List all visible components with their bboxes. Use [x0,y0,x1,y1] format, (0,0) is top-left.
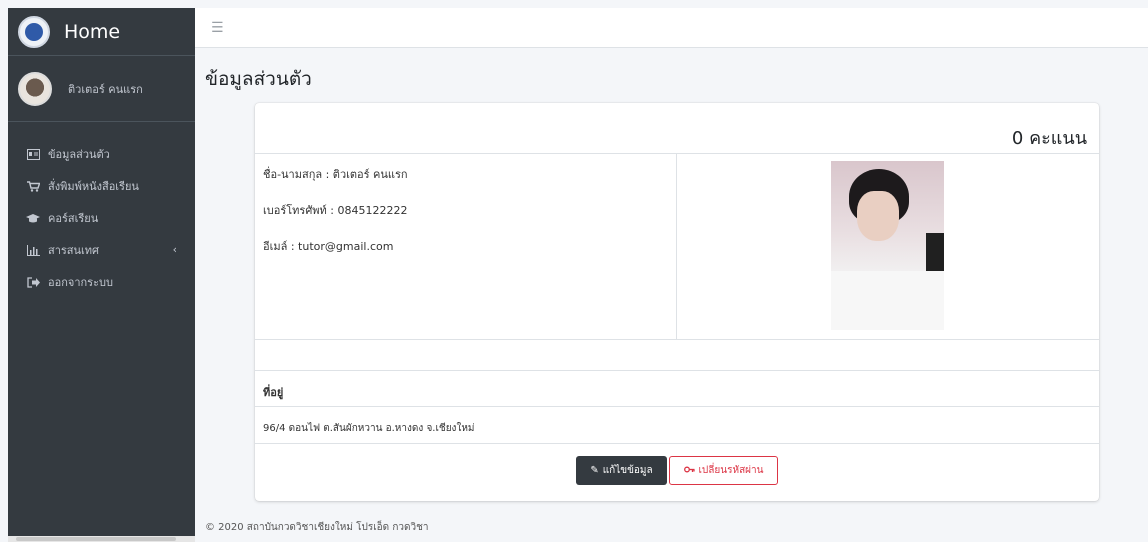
chart-icon [26,244,40,256]
change-password-label: เปลี่ยนรหัสผ่าน [698,465,764,476]
divider [676,153,677,339]
id-card-icon [26,148,40,160]
sign-out-icon [26,276,40,288]
change-password-button[interactable]: เปลี่ยนรหัสผ่าน [669,456,778,485]
address-heading: ที่อยู่ [263,386,284,399]
sidebar-item-information[interactable]: สารสนเทศ ‹ [8,234,195,266]
phone-field: เบอร์โทรศัพท์ : 0845122222 [263,204,408,217]
divider [255,443,1099,444]
divider [255,153,1099,154]
menu-toggle-icon[interactable]: ☰ [211,20,224,36]
sidebar-item-label: ข้อมูลส่วนตัว [48,148,110,161]
sidebar-item-print-books[interactable]: สั่งพิมพ์หนังสือเรียน [8,170,195,202]
address-value: 96/4 ดอนไฟ ต.สันผักหวาน อ.หางดง จ.เชียงใ… [263,423,475,434]
sidebar-nav: ข้อมูลส่วนตัว สั่งพิมพ์หนังสือเรียน คอร์… [8,122,195,298]
sidebar-item-label: คอร์สเรียน [48,212,99,225]
sidebar-item-label: ออกจากระบบ [48,276,113,289]
profile-photo [831,161,944,330]
top-navbar: ☰ [195,8,1148,48]
edit-icon: ✎ [590,465,599,476]
cart-icon [26,180,40,192]
sidebar-item-courses[interactable]: คอร์สเรียน [8,202,195,234]
name-field: ชื่อ-นามสกุล : ติวเตอร์ คนแรก [263,168,408,181]
edit-profile-button[interactable]: ✎ แก้ไขข้อมูล [576,456,667,485]
sidebar-scrollbar[interactable] [8,536,195,542]
user-panel[interactable]: ติวเตอร์ คนแรก [8,56,195,122]
score-display: 0 คะแนน [1011,128,1087,149]
divider [255,406,1099,407]
sidebar-item-logout[interactable]: ออกจากระบบ [8,266,195,298]
divider [255,370,1099,371]
sidebar-item-label: สารสนเทศ [48,244,100,257]
sidebar-item-label: สั่งพิมพ์หนังสือเรียน [48,180,139,193]
page-title: ข้อมูลส่วนตัว [205,68,312,90]
profile-card: 0 คะแนน ชื่อ-นามสกุล : ติวเตอร์ คนแรก เบ… [255,103,1099,501]
sidebar: Home ติวเตอร์ คนแรก ข้อมูลส่วนตัว สั่งพิ… [8,8,195,542]
footer: © 2020 สถาบันกวดวิชาเชียงใหม่ โปรเอ็ด กว… [205,522,429,533]
brand-title: Home [64,20,121,43]
chevron-left-icon: ‹ [172,243,177,256]
email-field: อีเมล์ : tutor@gmail.com [263,240,394,253]
user-name[interactable]: ติวเตอร์ คนแรก [68,80,143,98]
school-logo-icon [18,15,50,48]
sidebar-item-profile[interactable]: ข้อมูลส่วนตัว [8,138,195,170]
key-icon [683,465,695,477]
edit-profile-label: แก้ไขข้อมูล [602,465,653,476]
divider [255,339,1099,340]
avatar [18,71,52,106]
graduation-cap-icon [26,212,40,224]
brand-link[interactable]: Home [8,8,195,56]
